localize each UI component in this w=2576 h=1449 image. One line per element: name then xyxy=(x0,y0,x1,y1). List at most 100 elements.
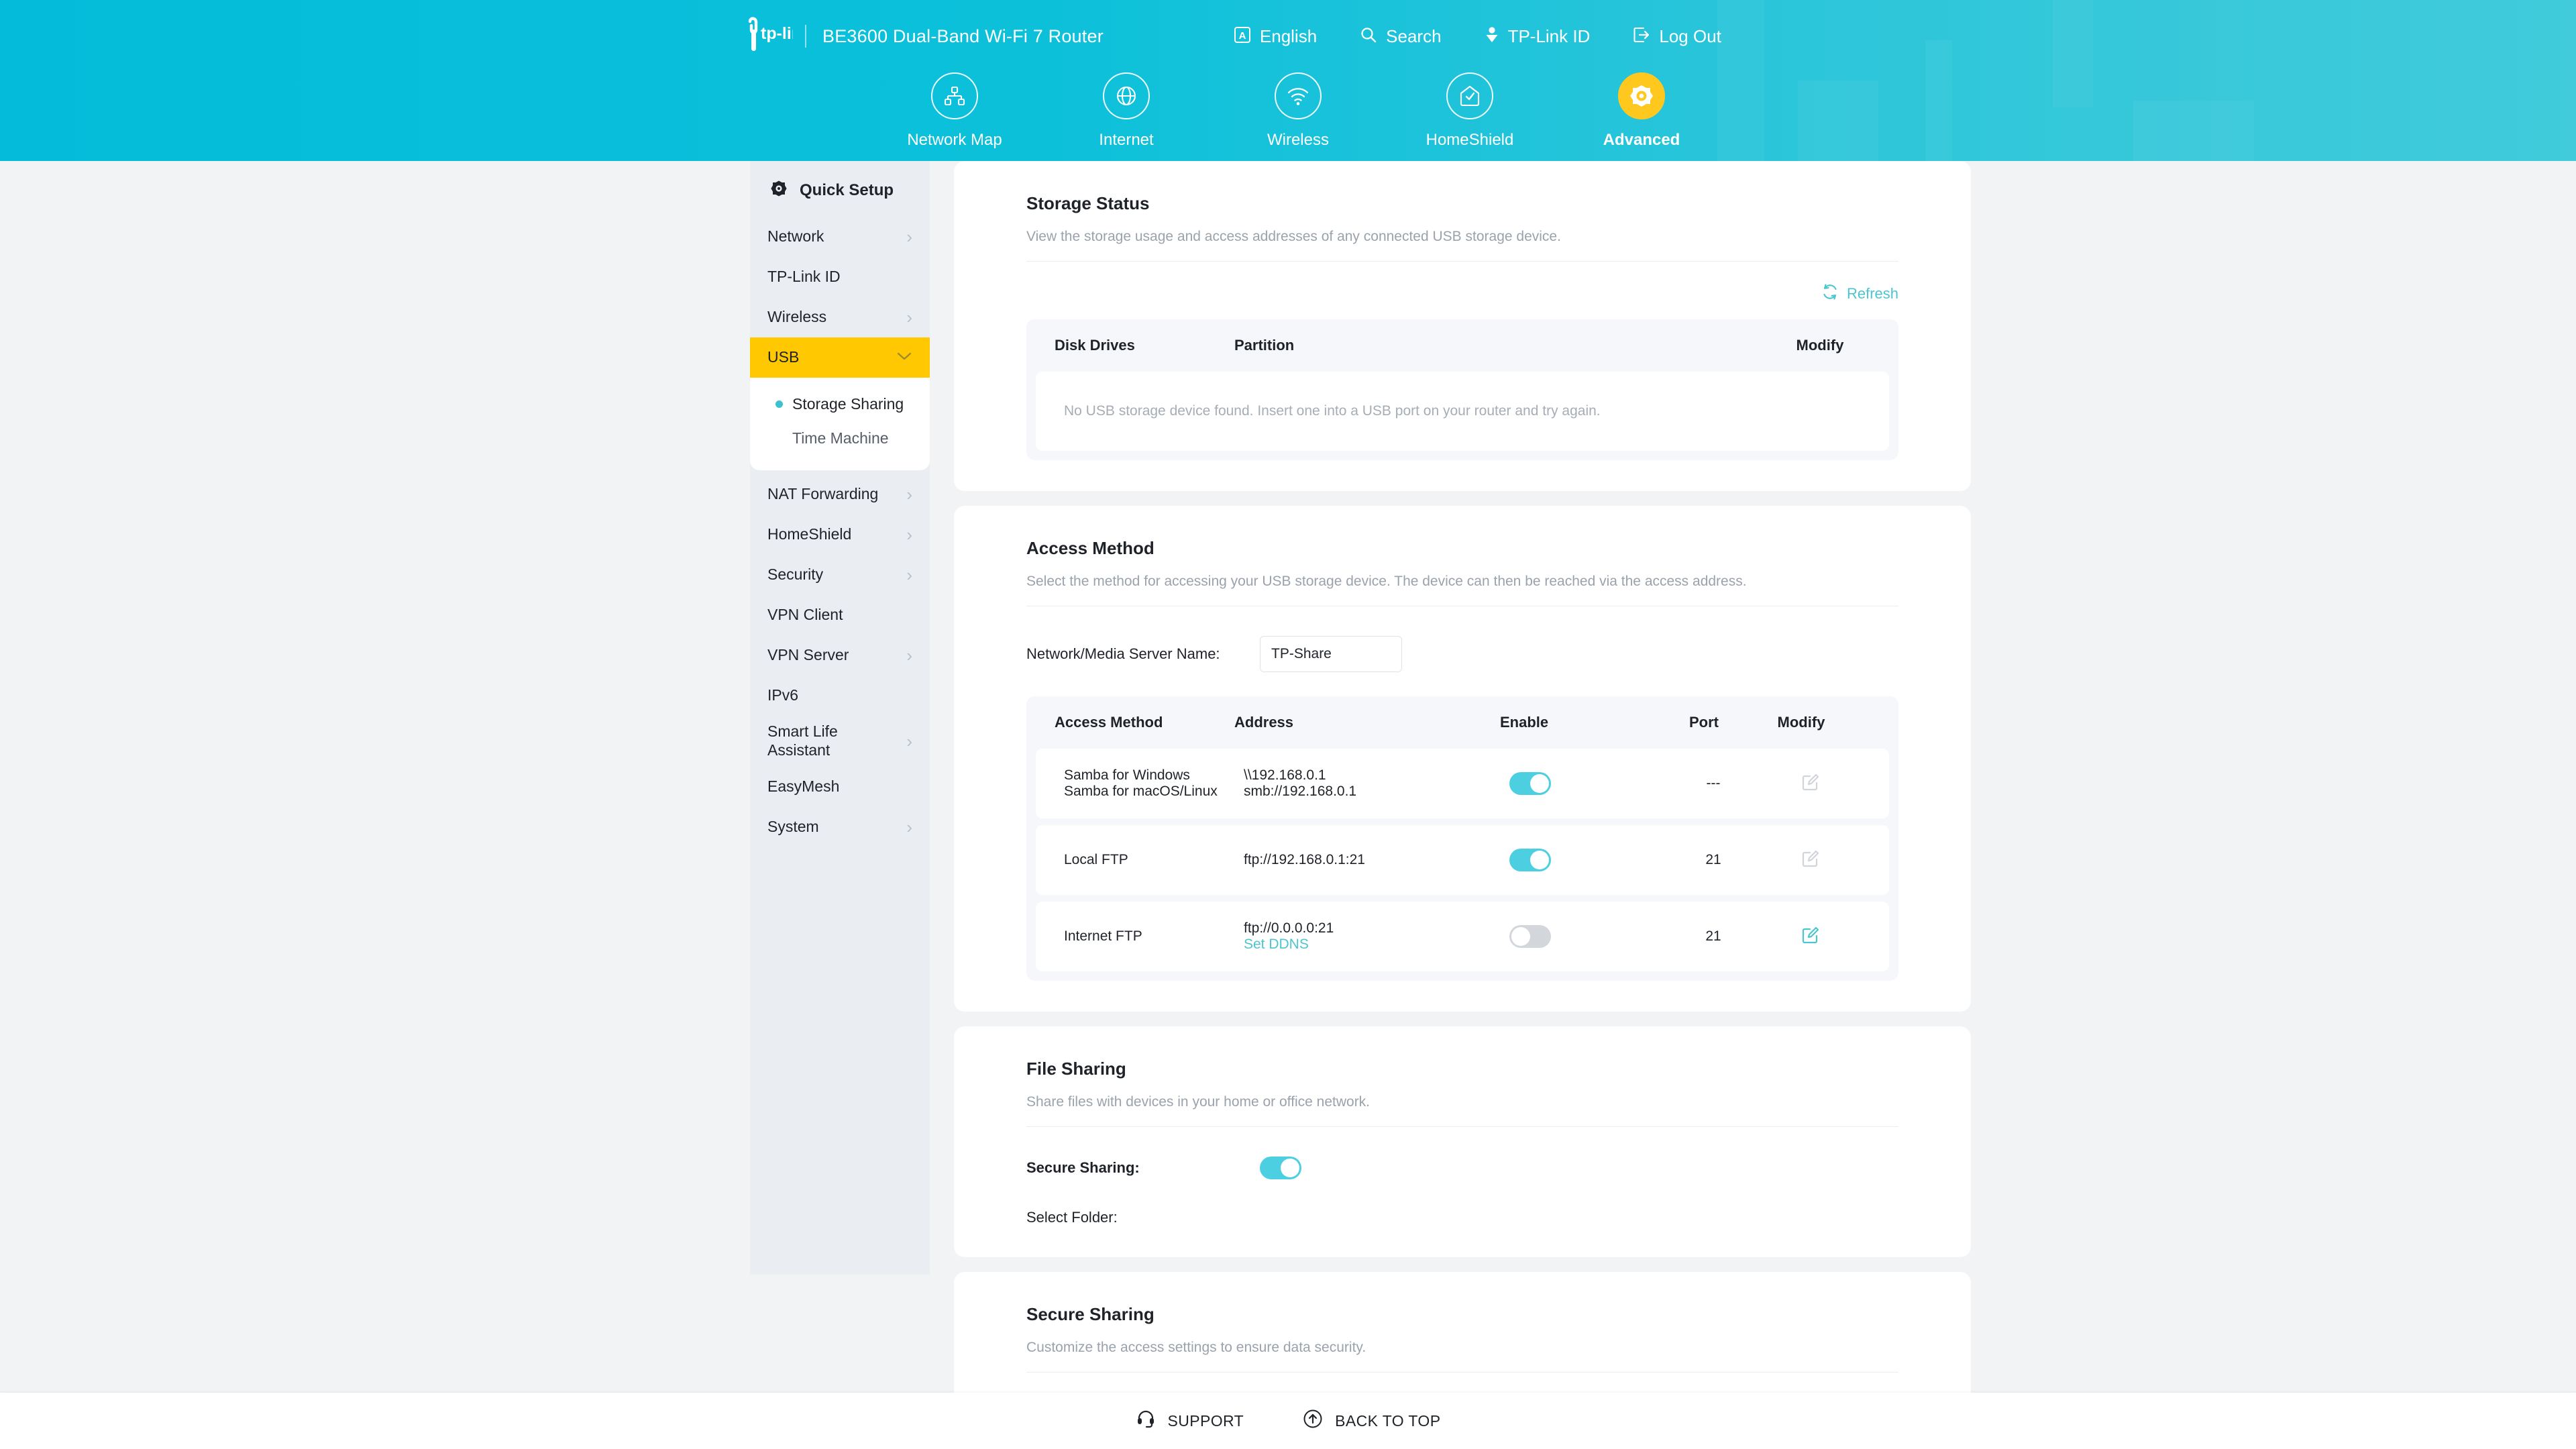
nav-tab-label: Internet xyxy=(1099,131,1154,149)
tplink-id-button[interactable]: TP-Link ID xyxy=(1485,26,1590,47)
sidebar-item-system[interactable]: System › xyxy=(750,807,930,847)
nav-tab-label: Advanced xyxy=(1603,131,1680,149)
file-sharing-card: File Sharing Share files with devices in… xyxy=(954,1026,1971,1257)
access-method-name: Internet FTP xyxy=(1064,928,1142,944)
sidebar-item-label: Smart Life Assistant xyxy=(767,722,838,759)
storage-status-table: Disk Drives Partition Modify No USB stor… xyxy=(1026,319,1898,460)
header-top-row: tp-link BE3600 Dual-Band Wi-Fi 7 Router … xyxy=(0,0,2576,72)
sidebar-item-smart-life-assistant[interactable]: Smart Life Assistant › xyxy=(750,716,930,767)
nav-tab-advanced[interactable]: Advanced xyxy=(1556,72,1727,150)
nav-tab-wireless[interactable]: Wireless xyxy=(1212,72,1384,150)
access-address: ftp://0.0.0.0:21 Set DDNS xyxy=(1244,920,1465,953)
edit-icon[interactable] xyxy=(1801,924,1821,949)
page-footer: SUPPORT BACK TO TOP xyxy=(0,1393,2576,1449)
back-to-top-button[interactable]: BACK TO TOP xyxy=(1303,1409,1440,1433)
svg-text:A: A xyxy=(1238,30,1246,42)
edit-icon[interactable] xyxy=(1801,771,1821,796)
sidebar-item-label: EasyMesh xyxy=(767,777,840,796)
divider xyxy=(1026,1126,1898,1127)
column-header-modify: Modify xyxy=(1777,714,1825,731)
main-content: Storage Status View the storage usage an… xyxy=(930,161,1971,1449)
back-to-top-label: BACK TO TOP xyxy=(1335,1411,1441,1430)
chevron-right-icon: › xyxy=(906,731,912,751)
headset-icon xyxy=(1136,1409,1156,1433)
access-method-name-line1: Samba for Windows xyxy=(1064,767,1190,783)
sidebar-item-tp-link-id[interactable]: TP-Link ID xyxy=(750,257,930,297)
secure-sharing-label: Secure Sharing: xyxy=(1026,1159,1140,1176)
home-shield-icon xyxy=(1446,72,1493,119)
sidebar-item-label: VPN Server xyxy=(767,646,849,664)
secure-sharing-description: Customize the access settings to ensure … xyxy=(1026,1340,1366,1355)
port-value: 21 xyxy=(1705,852,1721,867)
enable-toggle[interactable] xyxy=(1509,849,1551,871)
logout-label: Log Out xyxy=(1659,25,1721,46)
nav-tab-internet[interactable]: Internet xyxy=(1040,72,1212,150)
sidebar-item-label: HomeShield xyxy=(767,525,852,543)
scroll-area[interactable]: Quick Setup Network › TP-Link ID Wireles… xyxy=(0,161,2576,1449)
logout-button[interactable]: Log Out xyxy=(1633,26,1721,47)
brand-divider xyxy=(805,25,806,48)
divider xyxy=(1026,1372,1898,1373)
refresh-icon xyxy=(1821,283,1839,305)
modify-cell xyxy=(1760,924,1861,949)
toggle-knob xyxy=(1530,774,1549,793)
sidebar-item-vpn-server[interactable]: VPN Server › xyxy=(750,635,930,676)
table-row: Local FTP ftp://192.168.0.1:21 21 xyxy=(1036,825,1889,895)
secure-sharing-title: Secure Sharing xyxy=(1026,1304,1155,1324)
enable-cell xyxy=(1465,849,1666,871)
search-label: Search xyxy=(1386,25,1442,46)
sidebar-item-network[interactable]: Network › xyxy=(750,217,930,257)
access-method-description: Select the method for accessing your USB… xyxy=(1026,574,1747,589)
sidebar-item-time-machine[interactable]: Time Machine xyxy=(750,421,930,455)
page-columns: Quick Setup Network › TP-Link ID Wireles… xyxy=(0,161,2576,1449)
nav-tab-network-map[interactable]: Network Map xyxy=(869,72,1040,150)
nav-tab-homeshield[interactable]: HomeShield xyxy=(1384,72,1556,150)
access-method-title: Access Method xyxy=(1026,538,1155,558)
tplink-id-icon xyxy=(1485,26,1499,47)
nav-tab-label: Wireless xyxy=(1267,131,1329,149)
sidebar-item-storage-sharing[interactable]: Storage Sharing xyxy=(750,387,930,421)
quick-setup-label: Quick Setup xyxy=(800,180,894,199)
sidebar-item-label: Security xyxy=(767,566,824,584)
chevron-right-icon: › xyxy=(906,307,912,327)
sidebar-item-ipv6[interactable]: IPv6 xyxy=(750,676,930,716)
secure-sharing-toggle[interactable] xyxy=(1260,1157,1301,1179)
access-address-line1: ftp://0.0.0.0:21 xyxy=(1244,920,1334,936)
sidebar-item-homeshield[interactable]: HomeShield › xyxy=(750,515,930,555)
sidebar-item-usb[interactable]: USB xyxy=(750,337,930,378)
active-dot-icon xyxy=(775,400,783,408)
sidebar-subitem-label: Storage Sharing xyxy=(792,395,904,413)
sidebar-item-nat-forwarding[interactable]: NAT Forwarding › xyxy=(750,474,930,515)
table-row: Samba for Windows Samba for macOS/Linux … xyxy=(1036,749,1889,818)
refresh-button[interactable]: Refresh xyxy=(1821,283,1898,305)
storage-status-description: View the storage usage and access addres… xyxy=(1026,229,1561,244)
server-name-input[interactable]: TP-Share xyxy=(1260,636,1402,672)
network-map-icon xyxy=(931,72,978,119)
column-header-access-method: Access Method xyxy=(1055,714,1163,731)
sidebar-item-label: NAT Forwarding xyxy=(767,485,879,503)
edit-icon[interactable] xyxy=(1801,848,1821,872)
sidebar-item-wireless[interactable]: Wireless › xyxy=(750,297,930,337)
sidebar-item-security[interactable]: Security › xyxy=(750,555,930,595)
modify-cell xyxy=(1760,848,1861,872)
chevron-down-icon xyxy=(896,352,912,364)
sidebar-item-vpn-client[interactable]: VPN Client xyxy=(750,595,930,635)
sidebar-item-quick-setup[interactable]: Quick Setup xyxy=(750,161,930,217)
inactive-dot-icon xyxy=(775,435,783,442)
support-button[interactable]: SUPPORT xyxy=(1136,1409,1244,1433)
search-button[interactable]: Search xyxy=(1360,25,1442,47)
tplink-logo-icon: tp-link xyxy=(743,16,811,56)
modify-cell xyxy=(1760,771,1861,796)
access-method-card: Access Method Select the method for acce… xyxy=(954,506,1971,1012)
set-ddns-link[interactable]: Set DDNS xyxy=(1244,936,1465,953)
sidebar-item-easymesh[interactable]: EasyMesh xyxy=(750,767,930,807)
file-sharing-title: File Sharing xyxy=(1026,1059,1126,1079)
chevron-right-icon: › xyxy=(906,484,912,504)
enable-toggle[interactable] xyxy=(1509,925,1551,948)
select-folder-row: Select Folder: xyxy=(1026,1209,1898,1226)
svg-text:tp-link: tp-link xyxy=(761,24,793,43)
enable-toggle[interactable] xyxy=(1509,772,1551,795)
toggle-knob xyxy=(1511,927,1530,946)
language-switcher[interactable]: A English xyxy=(1234,26,1317,47)
sidebar-item-label: IPv6 xyxy=(767,686,799,704)
